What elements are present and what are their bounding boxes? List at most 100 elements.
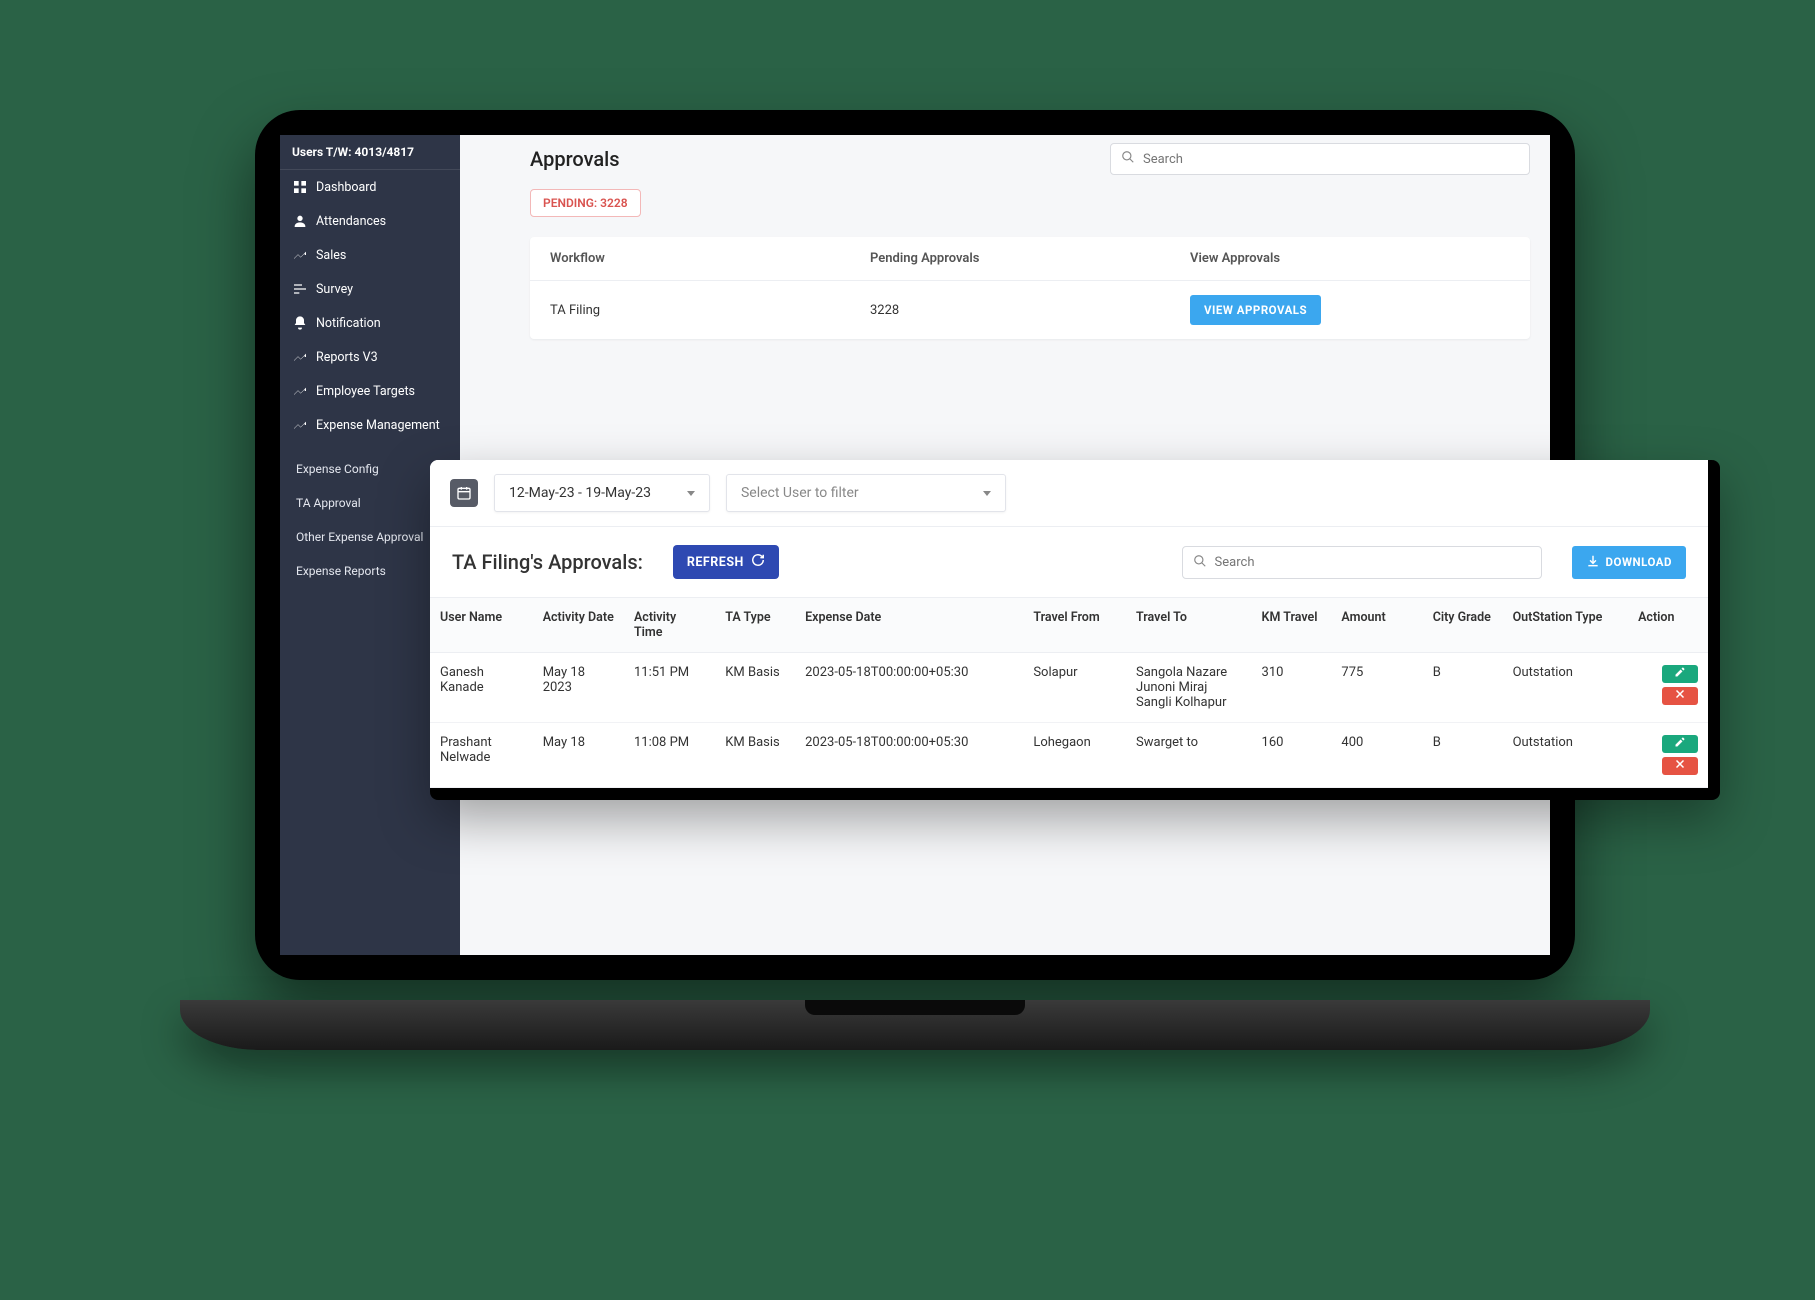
workflow-name: TA Filing: [550, 303, 870, 318]
refresh-label: REFRESH: [687, 555, 744, 570]
table-header-row: User Name Activity Date Activity Time TA…: [430, 598, 1708, 653]
sidebar-item-attendances[interactable]: Attendances: [280, 204, 460, 238]
view-approvals-button[interactable]: VIEW APPROVALS: [1190, 295, 1321, 325]
date-range-value: 12-May-23 - 19-May-23: [509, 485, 651, 501]
cell-km: 160: [1252, 723, 1332, 788]
panel-title: TA Filing's Approvals:: [452, 550, 643, 574]
growth-icon: [292, 417, 308, 433]
search-icon: [1193, 553, 1207, 572]
cell-action: [1628, 653, 1708, 723]
sidebar-user-count: Users T/W: 4013/4817: [280, 135, 460, 170]
close-icon: [1674, 688, 1686, 704]
approvals-search[interactable]: [1110, 143, 1530, 175]
edit-row-button[interactable]: [1662, 665, 1698, 683]
cell-grade: B: [1423, 723, 1503, 788]
sidebar-item-label: Attendances: [316, 214, 386, 229]
page-title: Approvals: [530, 147, 620, 171]
cell-tto: Swarget to: [1126, 723, 1252, 788]
th-amount: Amount: [1331, 598, 1422, 653]
sidebar-item-label: Survey: [316, 282, 353, 297]
cell-outtype: Outstation: [1503, 653, 1629, 723]
laptop-base: [180, 1000, 1650, 1050]
cell-edate: 2023-05-18T00:00:00+05:30: [795, 723, 1023, 788]
cell-adate: May 18: [533, 723, 624, 788]
sidebar-item-label: Reports V3: [316, 350, 378, 365]
th-tfrom: Travel From: [1023, 598, 1126, 653]
th-user: User Name: [430, 598, 533, 653]
cell-user: Prashant Nelwade: [430, 723, 533, 788]
col-view: View Approvals: [1190, 251, 1510, 266]
dashboard-icon: [292, 179, 308, 195]
table-row: Ganesh Kanade May 18 2023 11:51 PM KM Ba…: [430, 653, 1708, 723]
download-label: DOWNLOAD: [1606, 555, 1672, 569]
pending-badge[interactable]: PENDING: 3228: [530, 189, 641, 217]
cell-amount: 775: [1331, 653, 1422, 723]
th-adate: Activity Date: [533, 598, 624, 653]
close-icon: [1674, 758, 1686, 774]
sidebar-item-notification[interactable]: Notification: [280, 306, 460, 340]
user-filter-placeholder: Select User to filter: [741, 485, 859, 501]
workflow-header-row: Workflow Pending Approvals View Approval…: [530, 237, 1530, 280]
laptop-notch: [805, 1000, 1025, 1015]
panel-toolbar: TA Filing's Approvals: REFRESH DOWNLOAD: [430, 527, 1708, 597]
download-icon: [1586, 554, 1600, 571]
pencil-icon: [1674, 666, 1686, 682]
cell-action: [1628, 723, 1708, 788]
sidebar-item-label: Dashboard: [316, 180, 376, 195]
sidebar-item-reports[interactable]: Reports V3: [280, 340, 460, 374]
delete-row-button[interactable]: [1662, 687, 1698, 705]
refresh-icon: [751, 553, 765, 571]
growth-icon: [292, 383, 308, 399]
workflow-row: TA Filing 3228 VIEW APPROVALS: [530, 280, 1530, 339]
edit-row-button[interactable]: [1662, 735, 1698, 753]
sidebar-item-label: Employee Targets: [316, 384, 415, 399]
cell-adate: May 18 2023: [533, 653, 624, 723]
cell-outtype: Outstation: [1503, 723, 1629, 788]
sidebar-item-survey[interactable]: Survey: [280, 272, 460, 306]
refresh-button[interactable]: REFRESH: [673, 545, 779, 579]
approvals-search-input[interactable]: [1143, 152, 1519, 167]
cell-user: Ganesh Kanade: [430, 653, 533, 723]
growth-icon: [292, 247, 308, 263]
pencil-icon: [1674, 736, 1686, 752]
cell-amount: 400: [1331, 723, 1422, 788]
person-icon: [292, 213, 308, 229]
th-action: Action: [1628, 598, 1708, 653]
th-tto: Travel To: [1126, 598, 1252, 653]
delete-row-button[interactable]: [1662, 757, 1698, 775]
th-edate: Expense Date: [795, 598, 1023, 653]
th-tatype: TA Type: [715, 598, 795, 653]
cell-tfrom: Solapur: [1023, 653, 1126, 723]
approvals-table: User Name Activity Date Activity Time TA…: [430, 597, 1708, 788]
sidebar-item-employee-targets[interactable]: Employee Targets: [280, 374, 460, 408]
sidebar-item-label: Expense Management: [316, 418, 440, 433]
panel-search[interactable]: [1182, 546, 1542, 579]
sidebar-item-label: Sales: [316, 248, 346, 263]
cell-atime: 11:08 PM: [624, 723, 715, 788]
th-grade: City Grade: [1423, 598, 1503, 653]
cell-tatype: KM Basis: [715, 723, 795, 788]
calendar-icon: [450, 479, 478, 507]
cell-edate: 2023-05-18T00:00:00+05:30: [795, 653, 1023, 723]
sidebar-item-dashboard[interactable]: Dashboard: [280, 170, 460, 204]
th-outtype: OutStation Type: [1503, 598, 1629, 653]
table-row: Prashant Nelwade May 18 11:08 PM KM Basi…: [430, 723, 1708, 788]
panel-search-input[interactable]: [1215, 555, 1531, 570]
bell-icon: [292, 315, 308, 331]
sidebar-item-label: Notification: [316, 316, 381, 331]
user-filter-select[interactable]: Select User to filter: [726, 474, 1006, 512]
workflow-pending: 3228: [870, 303, 1190, 318]
ta-approvals-panel: 12-May-23 - 19-May-23 Select User to fil…: [430, 460, 1720, 800]
view-approvals-label: VIEW APPROVALS: [1204, 303, 1307, 317]
date-range-picker[interactable]: 12-May-23 - 19-May-23: [494, 474, 710, 512]
download-button[interactable]: DOWNLOAD: [1572, 546, 1686, 579]
sidebar-item-expense-management[interactable]: Expense Management: [280, 408, 460, 442]
cell-tfrom: Lohegaon: [1023, 723, 1126, 788]
sidebar-item-sales[interactable]: Sales: [280, 238, 460, 272]
cell-tatype: KM Basis: [715, 653, 795, 723]
col-pending: Pending Approvals: [870, 251, 1190, 266]
cell-tto: Sangola Nazare Junoni Miraj Sangli Kolha…: [1126, 653, 1252, 723]
cell-grade: B: [1423, 653, 1503, 723]
col-workflow: Workflow: [550, 251, 870, 266]
growth-icon: [292, 349, 308, 365]
